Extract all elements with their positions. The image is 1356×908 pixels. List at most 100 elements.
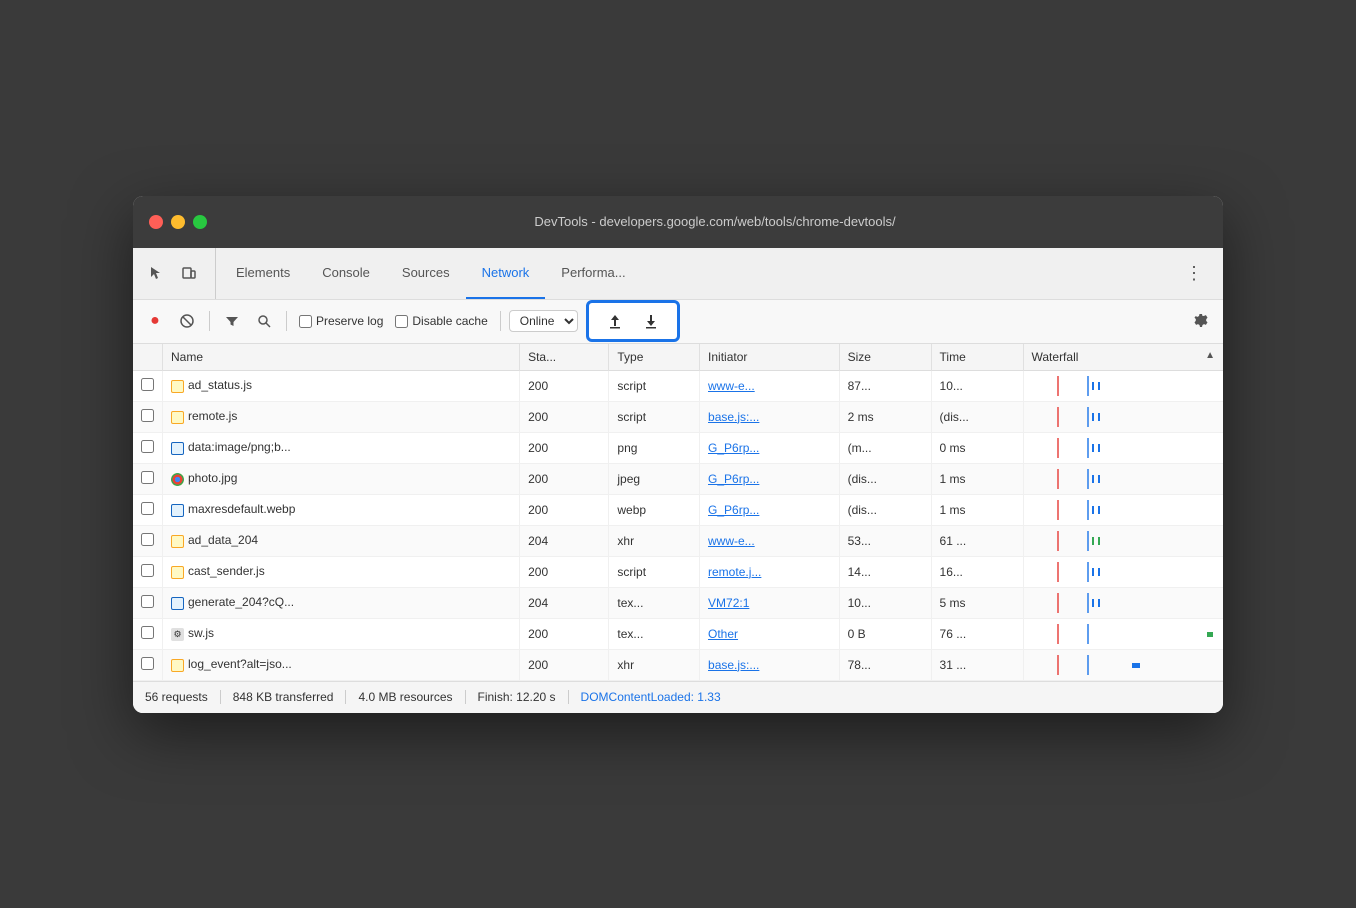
record-button[interactable]: ● xyxy=(141,307,169,335)
cell-type: tex... xyxy=(609,587,700,618)
cell-initiator[interactable]: G_P6rp... xyxy=(700,463,840,494)
col-type[interactable]: Type xyxy=(609,344,700,371)
cell-name: log_event?alt=jso... xyxy=(163,649,520,680)
minimize-button[interactable] xyxy=(171,215,185,229)
row-checkbox[interactable] xyxy=(141,626,154,639)
row-checkbox[interactable] xyxy=(141,502,154,515)
cell-name: maxresdefault.webp xyxy=(163,494,520,525)
row-checkbox[interactable] xyxy=(141,533,154,546)
cell-name: ad_data_204 xyxy=(163,525,520,556)
table-row[interactable]: remote.js200scriptbase.js:...2 ms(dis... xyxy=(133,401,1223,432)
cell-size: 87... xyxy=(839,370,931,401)
cell-initiator[interactable]: base.js:... xyxy=(700,401,840,432)
cell-name: cast_sender.js xyxy=(163,556,520,587)
cell-initiator[interactable]: www-e... xyxy=(700,370,840,401)
cell-name: ad_status.js xyxy=(163,370,520,401)
cell-name: data:image/png;b... xyxy=(163,432,520,463)
tab-bar: Elements Console Sources Network Perform… xyxy=(133,248,1223,300)
col-checkbox xyxy=(133,344,163,371)
initiator-link[interactable]: VM72:1 xyxy=(708,596,749,610)
table-row[interactable]: generate_204?cQ...204tex...VM72:110...5 … xyxy=(133,587,1223,618)
close-button[interactable] xyxy=(149,215,163,229)
cell-waterfall xyxy=(1023,587,1223,618)
table-row[interactable]: log_event?alt=jso...200xhrbase.js:...78.… xyxy=(133,649,1223,680)
initiator-link[interactable]: G_P6rp... xyxy=(708,441,759,455)
table-row[interactable]: cast_sender.js200scriptremote.j...14...1… xyxy=(133,556,1223,587)
cell-status: 200 xyxy=(520,401,609,432)
search-button[interactable] xyxy=(250,307,278,335)
cell-status: 204 xyxy=(520,587,609,618)
table-row[interactable]: ad_status.js200scriptwww-e...87...10... xyxy=(133,370,1223,401)
col-size[interactable]: Size xyxy=(839,344,931,371)
sort-icon: ▲ xyxy=(1205,350,1215,361)
cell-time: 10... xyxy=(931,370,1023,401)
cell-initiator[interactable]: G_P6rp... xyxy=(700,432,840,463)
initiator-link[interactable]: www-e... xyxy=(708,379,755,393)
col-waterfall[interactable]: Waterfall ▲ xyxy=(1023,344,1223,371)
col-initiator[interactable]: Initiator xyxy=(700,344,840,371)
cell-waterfall xyxy=(1023,556,1223,587)
tab-performance[interactable]: Performa... xyxy=(545,248,641,299)
row-checkbox[interactable] xyxy=(141,378,154,391)
table-row[interactable]: maxresdefault.webp200webpG_P6rp...(dis..… xyxy=(133,494,1223,525)
clear-button[interactable] xyxy=(173,307,201,335)
initiator-link[interactable]: Other xyxy=(708,627,738,641)
cell-status: 204 xyxy=(520,525,609,556)
cell-type: xhr xyxy=(609,649,700,680)
cell-initiator[interactable]: base.js:... xyxy=(700,649,840,680)
table-header: Name Sta... Type Initiator Size Time Wat… xyxy=(133,344,1223,371)
settings-button[interactable] xyxy=(1187,307,1215,335)
row-checkbox[interactable] xyxy=(141,564,154,577)
table-row[interactable]: data:image/png;b...200pngG_P6rp...(m...0… xyxy=(133,432,1223,463)
tab-network[interactable]: Network xyxy=(466,248,546,299)
cell-status: 200 xyxy=(520,370,609,401)
upload-button[interactable] xyxy=(601,307,629,335)
devtools-body: Elements Console Sources Network Perform… xyxy=(133,248,1223,713)
separator-2 xyxy=(286,311,287,331)
disable-cache-checkbox[interactable] xyxy=(395,315,408,328)
initiator-link[interactable]: remote.j... xyxy=(708,565,761,579)
table-row[interactable]: ⚙sw.js200tex...Other0 B76 ... xyxy=(133,618,1223,649)
row-checkbox[interactable] xyxy=(141,471,154,484)
filter-button[interactable] xyxy=(218,307,246,335)
cell-initiator[interactable]: VM72:1 xyxy=(700,587,840,618)
cell-status: 200 xyxy=(520,649,609,680)
tab-spacer xyxy=(642,248,1173,299)
cell-initiator[interactable]: G_P6rp... xyxy=(700,494,840,525)
initiator-link[interactable]: G_P6rp... xyxy=(708,472,759,486)
initiator-link[interactable]: G_P6rp... xyxy=(708,503,759,517)
col-status[interactable]: Sta... xyxy=(520,344,609,371)
cell-initiator[interactable]: www-e... xyxy=(700,525,840,556)
tab-sources[interactable]: Sources xyxy=(386,248,466,299)
throttle-select[interactable]: Online xyxy=(509,310,578,332)
download-button[interactable] xyxy=(637,307,665,335)
table-row[interactable]: photo.jpg200jpegG_P6rp...(dis...1 ms xyxy=(133,463,1223,494)
status-requests: 56 requests xyxy=(145,690,221,704)
cell-initiator[interactable]: Other xyxy=(700,618,840,649)
row-checkbox[interactable] xyxy=(141,440,154,453)
col-time[interactable]: Time xyxy=(931,344,1023,371)
cell-initiator[interactable]: remote.j... xyxy=(700,556,840,587)
row-checkbox[interactable] xyxy=(141,409,154,422)
preserve-log-checkbox[interactable] xyxy=(299,315,312,328)
table-row[interactable]: ad_data_204204xhrwww-e...53...61 ... xyxy=(133,525,1223,556)
disable-cache-group[interactable]: Disable cache xyxy=(395,314,487,328)
separator-1 xyxy=(209,311,210,331)
cursor-icon[interactable] xyxy=(141,259,169,287)
initiator-link[interactable]: base.js:... xyxy=(708,658,759,672)
tab-console[interactable]: Console xyxy=(306,248,386,299)
cell-type: xhr xyxy=(609,525,700,556)
tab-elements[interactable]: Elements xyxy=(220,248,306,299)
status-transferred: 848 KB transferred xyxy=(221,690,347,704)
status-bar: 56 requests 848 KB transferred 4.0 MB re… xyxy=(133,681,1223,713)
initiator-link[interactable]: base.js:... xyxy=(708,410,759,424)
preserve-log-group[interactable]: Preserve log xyxy=(299,314,383,328)
more-tabs-button[interactable]: ⋮ xyxy=(1173,248,1215,299)
maximize-button[interactable] xyxy=(193,215,207,229)
initiator-link[interactable]: www-e... xyxy=(708,534,755,548)
col-name[interactable]: Name xyxy=(163,344,520,371)
cell-name: remote.js xyxy=(163,401,520,432)
row-checkbox[interactable] xyxy=(141,595,154,608)
row-checkbox[interactable] xyxy=(141,657,154,670)
device-toggle-icon[interactable] xyxy=(175,259,203,287)
